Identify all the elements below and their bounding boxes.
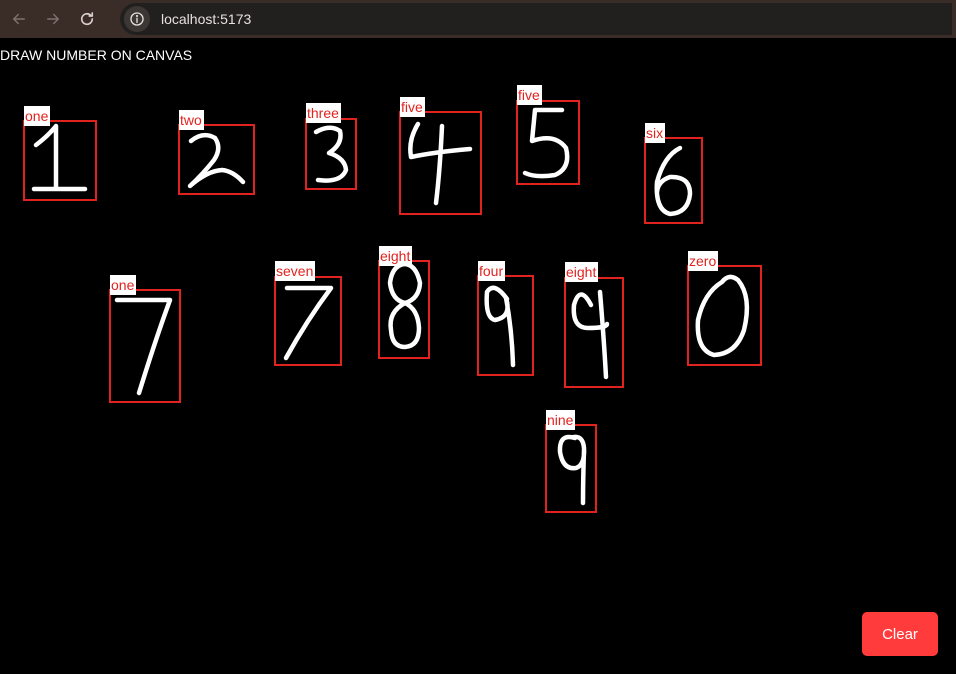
detection-label: one bbox=[110, 275, 137, 295]
detection-label: seven bbox=[275, 261, 316, 281]
detection-box bbox=[178, 124, 255, 195]
detection-box bbox=[644, 137, 703, 224]
detection-box bbox=[545, 424, 597, 513]
detection-label: eight bbox=[565, 262, 599, 282]
detection-box bbox=[477, 275, 534, 376]
clear-button[interactable]: Clear bbox=[862, 612, 938, 656]
forward-button[interactable] bbox=[38, 4, 68, 34]
drawing-canvas[interactable]: one two three five five six one seven eight four e… bbox=[0, 66, 956, 674]
detection-label: nine bbox=[546, 410, 576, 430]
address-bar[interactable]: localhost:5173 bbox=[120, 3, 952, 35]
back-button[interactable] bbox=[4, 4, 34, 34]
reload-button[interactable] bbox=[72, 4, 102, 34]
detection-box bbox=[399, 111, 482, 215]
detection-label: five bbox=[517, 85, 542, 105]
detection-label: eight bbox=[379, 246, 413, 266]
info-icon bbox=[130, 12, 144, 26]
detection-label: six bbox=[645, 123, 666, 143]
detection-box bbox=[23, 120, 97, 201]
url-text: localhost:5173 bbox=[161, 11, 252, 27]
detection-label: zero bbox=[688, 251, 719, 271]
browser-toolbar: localhost:5173 bbox=[0, 0, 956, 38]
detection-box bbox=[109, 289, 181, 403]
site-info-button[interactable] bbox=[124, 6, 150, 32]
detection-label: five bbox=[400, 97, 425, 117]
detection-box bbox=[564, 277, 624, 388]
detection-box bbox=[516, 100, 580, 185]
detection-box bbox=[378, 260, 430, 359]
arrow-left-icon bbox=[13, 13, 25, 25]
detection-box bbox=[274, 276, 342, 366]
detection-label: two bbox=[179, 110, 204, 130]
page-title: DRAW NUMBER ON CANVAS bbox=[0, 47, 193, 63]
detection-box bbox=[305, 118, 357, 190]
arrow-right-icon bbox=[47, 13, 59, 25]
detection-label: one bbox=[24, 106, 51, 126]
detection-label: three bbox=[306, 103, 341, 123]
detection-box bbox=[687, 265, 762, 366]
reload-icon bbox=[80, 12, 94, 26]
detection-label: four bbox=[478, 261, 506, 281]
